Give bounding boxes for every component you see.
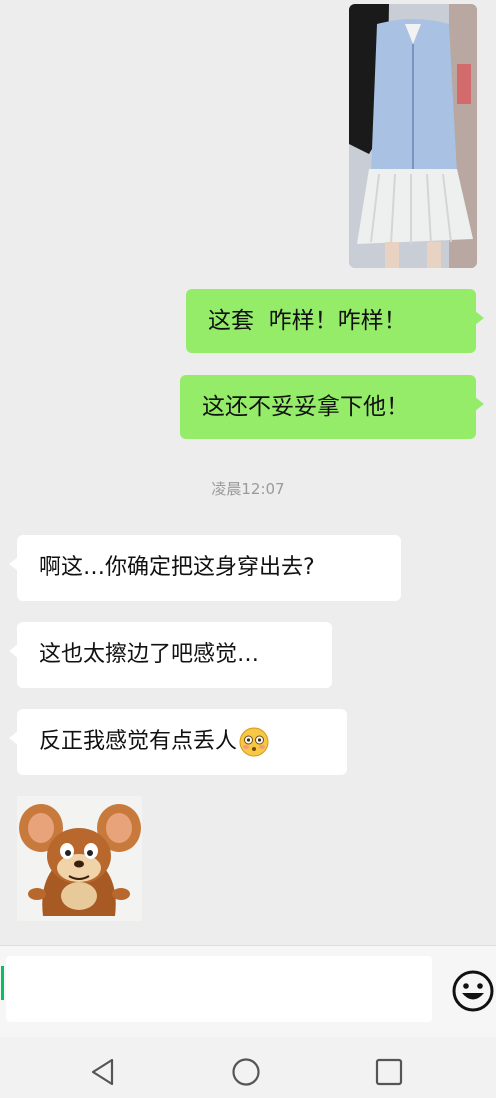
sticker-image	[17, 796, 142, 921]
text-cursor	[1, 966, 4, 1000]
back-triangle-icon[interactable]	[88, 1057, 118, 1087]
recents-square-icon[interactable]	[374, 1057, 404, 1087]
smiley-face-icon	[452, 970, 494, 1012]
message-text: 这套 咋样！咋样！	[208, 307, 407, 334]
message-text: 这也太擦边了吧感觉…	[39, 642, 260, 667]
flushed-face-emoji	[239, 727, 269, 757]
home-circle-icon[interactable]	[231, 1057, 261, 1087]
sent-message-bubble[interactable]: 这还不妥妥拿下他！	[180, 375, 484, 439]
message-timestamp: 凌晨12:07	[211, 480, 285, 498]
received-message-bubble[interactable]: 反正我感觉有点丢人	[9, 709, 347, 775]
message-input[interactable]	[6, 956, 432, 1022]
sent-message-bubble[interactable]: 这套 咋样！咋样！	[186, 289, 484, 353]
system-nav-bar	[0, 1037, 496, 1098]
jerry-mouse-sticker[interactable]	[17, 796, 142, 921]
received-message-bubble[interactable]: 这也太擦边了吧感觉…	[9, 622, 332, 688]
message-list[interactable]: 这套 咋样！咋样！ 这还不妥妥拿下他！ 凌晨12:07 啊这…你确定把这身穿出去…	[0, 0, 496, 945]
message-text: 反正我感觉有点丢人	[39, 729, 238, 754]
emoji-button[interactable]	[451, 969, 495, 1013]
chat-screen: 这套 咋样！咋样！ 这还不妥妥拿下他！ 凌晨12:07 啊这…你确定把这身穿出去…	[0, 0, 496, 1098]
outfit-photo	[349, 4, 477, 268]
message-text: 这还不妥妥拿下他！	[202, 393, 409, 420]
received-message-bubble[interactable]: 啊这…你确定把这身穿出去?	[9, 535, 401, 601]
message-input-bar	[0, 945, 496, 1037]
message-text: 啊这…你确定把这身穿出去?	[39, 555, 315, 580]
sent-photo-message[interactable]	[349, 4, 477, 268]
